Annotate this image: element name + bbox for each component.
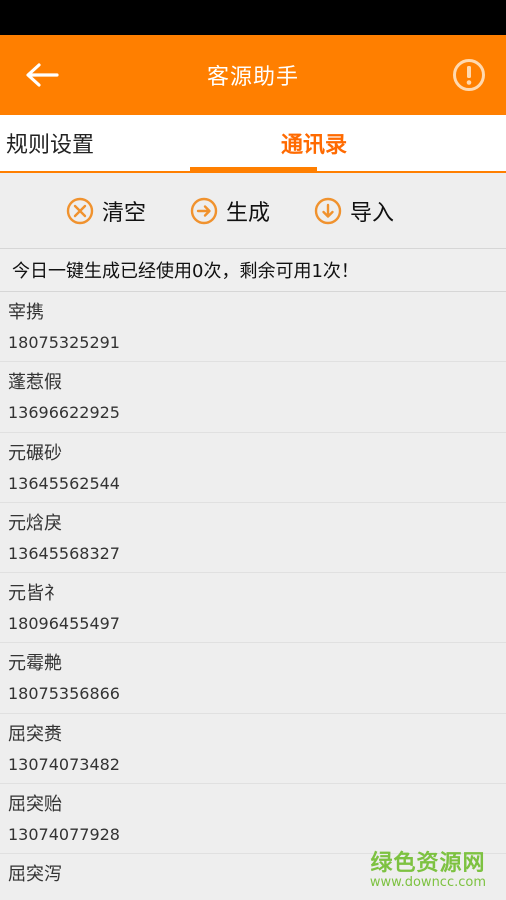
contact-name: 元霉艴 bbox=[8, 653, 62, 675]
contact-name: 宰携 bbox=[8, 302, 44, 323]
list-item[interactable]: 屈突赉 13074073482 bbox=[0, 713, 506, 785]
watermark-title: 绿色资源网 bbox=[370, 851, 486, 876]
generate-button[interactable]: 生成 bbox=[190, 195, 270, 227]
page-title: 客源助手 bbox=[206, 65, 299, 90]
contact-phone: 18075356866 bbox=[8, 684, 120, 704]
info-button[interactable] bbox=[452, 58, 486, 92]
arrow-down-circle-icon bbox=[314, 197, 342, 224]
list-item[interactable]: 蓬惹假 13696622925 bbox=[0, 362, 506, 433]
arrow-right-circle-icon bbox=[190, 197, 218, 224]
list-item[interactable]: 元碾砂 13645562544 bbox=[0, 432, 506, 503]
list-item[interactable]: 元霉艴 18075356866 bbox=[0, 643, 506, 714]
tab-bar: 规则设置 通讯录 bbox=[0, 115, 506, 173]
clear-label: 清空 bbox=[102, 200, 147, 226]
generate-label: 生成 bbox=[226, 200, 271, 226]
clear-button[interactable]: 清空 bbox=[66, 195, 146, 227]
contact-name: 元碾砂 bbox=[8, 442, 62, 464]
tab-rules[interactable]: 规则设置 bbox=[0, 115, 253, 171]
contact-phone: 13645562544 bbox=[8, 473, 120, 493]
usage-notice: 今日一键生成已经使用0次，剩余可用1次！ bbox=[0, 249, 506, 292]
back-button[interactable] bbox=[22, 57, 62, 93]
contact-phone: 18096455497 bbox=[8, 614, 120, 634]
list-item[interactable]: 宰携 18075325291 bbox=[0, 292, 506, 363]
contact-name: 元皆礻 bbox=[8, 583, 62, 605]
exclamation-circle-icon bbox=[453, 59, 485, 91]
clear-x-icon bbox=[66, 197, 94, 224]
watermark: 绿色资源网 www.downcc.com bbox=[370, 845, 486, 890]
contact-phone: 18075325291 bbox=[8, 333, 120, 352]
arrow-left-icon bbox=[26, 63, 59, 87]
contact-list: 宰携 18075325291 蓬惹假 13696622925 元碾砂 13645… bbox=[0, 292, 506, 900]
import-button[interactable]: 导入 bbox=[314, 195, 394, 227]
action-toolbar: 清空 生成 导入 bbox=[0, 173, 506, 249]
active-tab-indicator bbox=[190, 167, 317, 173]
tab-contacts[interactable]: 通讯录 bbox=[253, 115, 506, 171]
contact-phone: 13696622925 bbox=[8, 403, 120, 423]
list-item[interactable]: 屈突贻 13074077928 bbox=[0, 784, 506, 855]
contact-name: 屈突贻 bbox=[8, 794, 62, 816]
contact-name: 元焓戾 bbox=[8, 512, 62, 534]
app-bar: 客源助手 bbox=[0, 35, 506, 115]
contact-name: 蓬惹假 bbox=[8, 372, 62, 394]
list-item[interactable]: 元焓戾 13645568327 bbox=[0, 502, 506, 574]
import-label: 导入 bbox=[350, 200, 395, 226]
contact-phone: 13645568327 bbox=[8, 543, 120, 563]
status-bar bbox=[0, 0, 506, 35]
contact-phone: 13074073482 bbox=[8, 754, 120, 774]
contact-phone: 13074077928 bbox=[8, 825, 120, 845]
list-item[interactable]: 元皆礻 18096455497 bbox=[0, 573, 506, 644]
contact-name: 屈突赉 bbox=[8, 723, 62, 745]
watermark-url: www.downcc.com bbox=[369, 875, 486, 890]
